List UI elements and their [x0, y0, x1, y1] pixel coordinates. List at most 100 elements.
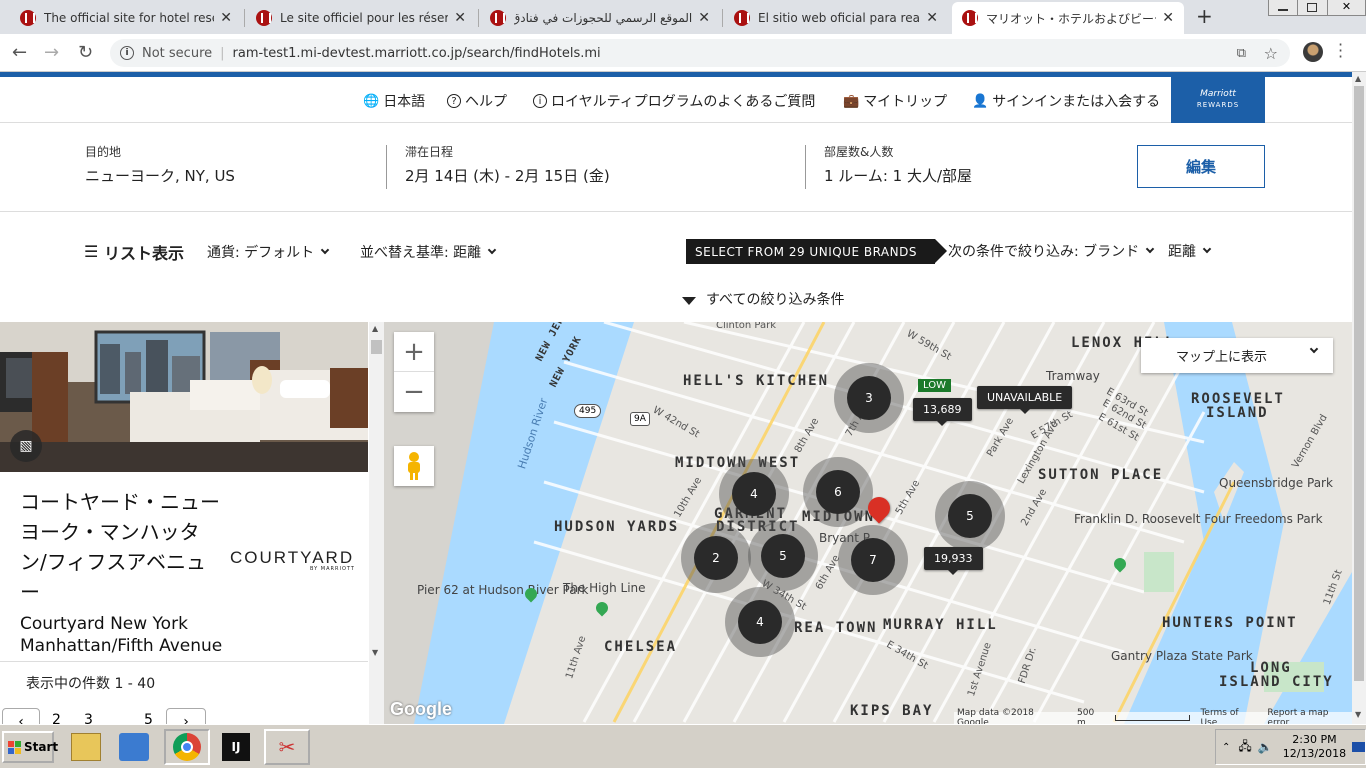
clock[interactable]: 2:30 PM 12/13/2018: [1283, 733, 1346, 761]
currency-dropdown[interactable]: 通貨: デフォルト: [207, 242, 330, 262]
brand-filter-dropdown[interactable]: 次の条件で絞り込み: ブランド: [948, 241, 1155, 261]
hotel-cluster[interactable]: 2: [681, 523, 751, 593]
hotel-cluster[interactable]: 4: [719, 459, 789, 529]
list-icon: ☰: [84, 242, 99, 261]
tray-expand-icon[interactable]: ⌃: [1222, 742, 1230, 753]
next-page-button[interactable]: ›: [166, 708, 206, 724]
tab-5-active[interactable]: マリオット・ホテルおよびビーチリゾートのご ✕: [952, 2, 1184, 34]
tab-4[interactable]: El sitio web oficial para realizar reser…: [724, 2, 948, 34]
url-text[interactable]: ram-test1.mi-devtest.marriott.co.jp/sear…: [233, 46, 601, 61]
forward-icon[interactable]: →: [44, 42, 59, 63]
chrome-taskbar-button[interactable]: [164, 729, 210, 765]
report-link[interactable]: Report a map error: [1267, 708, 1352, 724]
marriott-rewards-logo[interactable]: Marriott REWARDS: [1171, 77, 1265, 123]
courtyard-logo: COURTYARD: [230, 548, 355, 567]
dates-label: 滞在日程: [405, 145, 454, 159]
destination-value[interactable]: ニューヨーク, NY, US: [85, 165, 235, 186]
chevron-down-icon: [320, 245, 330, 255]
scroll-up-icon[interactable]: ▲: [1355, 74, 1361, 83]
close-tab-icon[interactable]: ✕: [220, 10, 232, 26]
tab-1[interactable]: The official site for hotel reservation …: [10, 2, 242, 34]
scroll-thumb[interactable]: [371, 340, 382, 354]
suitcase-icon: 💼: [843, 93, 860, 109]
menu-kebab-icon[interactable]: · · ·: [1338, 37, 1343, 65]
new-tab-button[interactable]: +: [1196, 4, 1213, 28]
tab-3[interactable]: الموقع الرسمي للحجوزات في فنادق ✕: [480, 2, 720, 34]
scroll-thumb[interactable]: [1354, 86, 1364, 681]
list-scrollbar[interactable]: ▲ ▼: [369, 322, 384, 724]
network-icon[interactable]: 🖧: [1238, 737, 1251, 758]
hotel-cluster[interactable]: 5: [935, 481, 1005, 551]
volume-icon[interactable]: 🔈: [1258, 740, 1273, 754]
list-view-toggle[interactable]: ☰ リスト表示: [84, 240, 184, 264]
restore-icon[interactable]: [1298, 0, 1328, 16]
all-filters-button[interactable]: すべての絞り込み条件: [682, 289, 844, 309]
scroll-up-icon[interactable]: ▲: [372, 324, 378, 333]
snipping-tool-icon[interactable]: ✂: [264, 729, 310, 765]
price-tag[interactable]: 13,689: [913, 398, 972, 426]
chevron-down-icon: [1145, 244, 1155, 254]
sign-in-link[interactable]: 👤 サインインまたは入会する: [972, 91, 1160, 111]
brands-banner[interactable]: SELECT FROM 29 UNIQUE BRANDS: [686, 239, 947, 264]
help-link[interactable]: ? ヘルプ: [447, 91, 507, 111]
scroll-down-icon[interactable]: ▼: [372, 648, 378, 657]
hotel-cluster[interactable]: 3: [834, 363, 904, 433]
back-icon[interactable]: ←: [12, 42, 27, 63]
profile-avatar[interactable]: [1303, 42, 1323, 62]
minimize-icon[interactable]: [1268, 0, 1298, 16]
media-player-icon[interactable]: [119, 733, 149, 761]
courtyard-logo-sub: BY MARRIOTT: [310, 566, 355, 572]
hotel-name-en[interactable]: Courtyard New York Manhattan/Fifth Avenu…: [20, 613, 230, 657]
omnibox[interactable]: i Not secure | ram-test1.mi-devtest.marr…: [110, 39, 1290, 67]
zoom-in-button[interactable]: +: [394, 332, 434, 372]
zoom-out-button[interactable]: −: [394, 372, 434, 412]
scroll-down-icon[interactable]: ▼: [1355, 710, 1361, 719]
page-3[interactable]: 3: [84, 712, 93, 724]
price-tag[interactable]: 19,933: [924, 547, 983, 575]
sort-dropdown[interactable]: 並べ替え基準: 距離: [360, 242, 497, 262]
file-explorer-icon[interactable]: [71, 733, 101, 761]
close-window-icon[interactable]: ✕: [1328, 0, 1366, 16]
reload-icon[interactable]: ↻: [78, 42, 93, 63]
close-tab-icon[interactable]: ✕: [1162, 10, 1174, 26]
gallery-icon[interactable]: ▧: [10, 430, 42, 462]
my-trips-link[interactable]: 💼 マイトリップ: [843, 91, 947, 111]
translate-icon[interactable]: ⧉: [1237, 46, 1246, 61]
input-language-icon[interactable]: [1352, 742, 1365, 752]
language-link[interactable]: 🌐 日本語: [363, 91, 425, 111]
hotel-cluster[interactable]: 6: [803, 457, 873, 527]
info-icon[interactable]: i: [120, 46, 134, 60]
close-tab-icon[interactable]: ✕: [698, 10, 710, 26]
close-tab-icon[interactable]: ✕: [454, 10, 466, 26]
dates-value[interactable]: 2月 14日 (木) - 2月 15日 (金): [405, 165, 610, 186]
hotel-name-ja[interactable]: コートヤード・ニューヨーク・マンハッタン/フィフスアベニュー: [20, 487, 220, 607]
hotel-room-image: [0, 322, 368, 472]
loyalty-faq-link[interactable]: i ロイヤルティプログラムのよくあるご質問: [533, 91, 815, 111]
hotel-cluster[interactable]: 5: [748, 521, 818, 591]
marriott-favicon-icon: [962, 10, 978, 26]
close-tab-icon[interactable]: ✕: [926, 10, 938, 26]
page-5[interactable]: 5: [144, 712, 153, 724]
map[interactable]: HELL'S KITCHEN MIDTOWN WEST HUDSON YARDS…: [384, 322, 1352, 724]
edit-button[interactable]: 編集: [1137, 145, 1265, 188]
intellij-icon[interactable]: IJ: [222, 733, 250, 761]
tab-divider: [722, 9, 723, 27]
show-on-map-label: マップ上に表示: [1176, 350, 1268, 365]
prev-page-button[interactable]: ‹: [2, 708, 40, 724]
rooms-value[interactable]: 1 ルーム: 1 大人/部屋: [824, 165, 972, 186]
browser-toolbar: ← → ↻ i Not secure | ram-test1.mi-devtes…: [0, 34, 1366, 72]
page-scrollbar[interactable]: ▲ ▼: [1352, 72, 1366, 724]
distance-dropdown[interactable]: 距離: [1168, 241, 1212, 261]
page-2[interactable]: 2: [52, 712, 61, 724]
show-on-map-dropdown[interactable]: マップ上に表示: [1141, 338, 1333, 373]
street-view-pegman[interactable]: [394, 446, 434, 486]
hotel-photo[interactable]: ▧: [0, 322, 368, 472]
terms-link[interactable]: Terms of Use: [1200, 708, 1257, 724]
bookmark-star-icon[interactable]: ☆: [1264, 44, 1278, 63]
hotel-cluster[interactable]: 7: [838, 525, 908, 595]
unavailable-tag[interactable]: UNAVAILABLE: [977, 386, 1073, 414]
start-button[interactable]: Start: [2, 731, 58, 763]
tab-2[interactable]: Le site officiel pour les réservations ✕: [246, 2, 476, 34]
user-icon: 👤: [972, 93, 989, 109]
hotel-cluster[interactable]: 4: [725, 587, 795, 657]
